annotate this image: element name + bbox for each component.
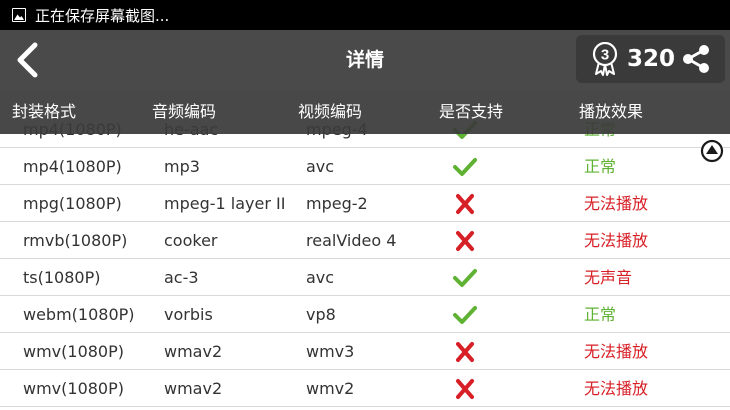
audio-cell: ac-3 [164, 268, 199, 287]
check-icon [453, 269, 477, 287]
supported-cell [452, 229, 478, 253]
supported-cell [452, 155, 478, 179]
cross-icon [456, 379, 474, 399]
audio-cell: wmav2 [164, 342, 223, 361]
table-row[interactable]: wmv(1080P) wmav2 wmv2 无法播放 [0, 370, 730, 407]
format-cell: ts(1080P) [23, 268, 101, 287]
action-group: 3 320 [576, 35, 725, 83]
award-badge-icon[interactable]: 3 [592, 41, 618, 76]
format-cell: wmv(1080P) [23, 379, 124, 398]
cross-icon [456, 231, 474, 251]
supported-cell [452, 192, 478, 216]
image-icon [12, 8, 26, 22]
back-arrow-icon [17, 42, 38, 78]
table-row[interactable]: wmv(1080P) wmav2 wmv3 无法播放 [0, 333, 730, 370]
status-message: 正在保存屏幕截图... [35, 6, 170, 25]
compatibility-table[interactable]: 封装格式 音频编码 视频编码 是否支持 播放效果 mp4(1080P)he-aa… [0, 90, 730, 410]
svg-text:3: 3 [601, 47, 609, 64]
table-row[interactable]: mpg(1080P) mpeg-1 layer II mpeg-2 无法播放 [0, 185, 730, 222]
supported-cell [452, 377, 478, 401]
result-cell: 无法播放 [584, 231, 649, 250]
video-cell: mpeg-2 [306, 194, 368, 213]
format-cell: webm(1080P) [23, 305, 135, 324]
result-cell: 无法播放 [584, 379, 649, 398]
check-icon [453, 158, 477, 176]
audio-cell: mpeg-1 layer II [164, 194, 286, 213]
result-cell: 无法播放 [584, 342, 649, 361]
table-row[interactable]: mp4(1080P) mp3 avc 正常 [0, 148, 730, 185]
check-icon [453, 306, 477, 324]
column-header-result: 播放效果 [579, 102, 644, 121]
format-cell: rmvb(1080P) [23, 231, 128, 250]
table-header: 封装格式 音频编码 视频编码 是否支持 播放效果 [0, 90, 730, 134]
supported-cell [452, 340, 478, 364]
video-cell: avc [306, 157, 335, 176]
back-button[interactable] [10, 38, 44, 82]
supported-cell [452, 266, 478, 290]
result-cell: 无声音 [584, 268, 633, 287]
result-cell: 正常 [584, 157, 617, 176]
format-cell: mp4(1080P) [23, 157, 122, 176]
comment-count[interactable]: 320 [627, 46, 675, 72]
column-header-format: 封装格式 [12, 102, 77, 121]
share-icon[interactable] [680, 43, 712, 75]
video-cell: wmv2 [306, 379, 355, 398]
video-cell: avc [306, 268, 335, 287]
audio-cell: vorbis [164, 305, 213, 324]
table-row[interactable]: rmvb(1080P) cooker realVideo 4 无法播放 [0, 222, 730, 259]
table-row[interactable]: ts(1080P) ac-3 avc 无声音 [0, 259, 730, 296]
status-bar: 正在保存屏幕截图... [0, 0, 730, 30]
format-cell: wmv(1080P) [23, 342, 124, 361]
column-header-supported: 是否支持 [439, 102, 504, 121]
audio-cell: mp3 [164, 157, 200, 176]
cross-icon [456, 342, 474, 362]
title-bar: 详情 3 320 [0, 30, 730, 90]
supported-cell [452, 303, 478, 327]
audio-cell: wmav2 [164, 379, 223, 398]
result-cell: 正常 [584, 305, 617, 324]
scroll-top-icon[interactable] [700, 139, 724, 163]
result-cell: 无法播放 [584, 194, 649, 213]
column-header-audio: 音频编码 [152, 102, 217, 121]
video-cell: wmv3 [306, 342, 355, 361]
table-body: mp4(1080P)he-aacmpeg-4正常mp4(1080P)mp3avc… [0, 111, 730, 407]
cross-icon [456, 194, 474, 214]
column-header-video: 视频编码 [298, 102, 363, 121]
audio-cell: cooker [164, 231, 218, 250]
video-cell: vp8 [306, 305, 336, 324]
video-cell: realVideo 4 [306, 231, 397, 250]
table-row[interactable]: webm(1080P) vorbis vp8 正常 [0, 296, 730, 333]
format-cell: mpg(1080P) [23, 194, 122, 213]
